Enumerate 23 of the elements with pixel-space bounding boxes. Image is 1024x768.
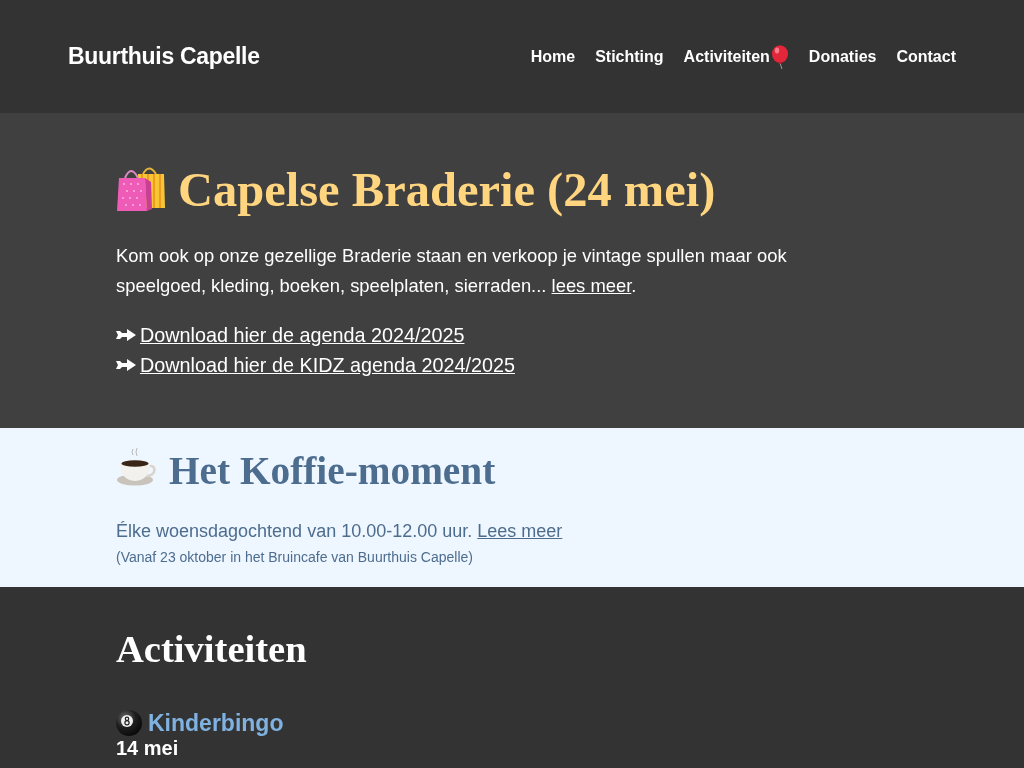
nav-link[interactable]: Contact <box>896 44 956 69</box>
download-link[interactable]: Download hier de agenda 2024/2025 <box>140 320 465 351</box>
site-brand-link[interactable]: Buurthuis Capelle <box>68 39 260 74</box>
location-note: (Vanaf 23 oktober in het Bruincafe van Buurthuis Capelle) <box>116 548 474 568</box>
hero-heading: Capelse Braderie (24 mei) <box>178 163 716 216</box>
nav-link[interactable]: Stichting <box>595 44 664 69</box>
read-more-link[interactable]: Lees meer <box>477 521 563 542</box>
billiard-ball-icon <box>116 710 142 737</box>
arrow-icon <box>116 328 136 343</box>
nav-link[interactable]: Donaties <box>808 44 877 69</box>
download-link[interactable]: Download hier de KIDZ agenda 2024/2025 <box>140 350 515 381</box>
nav-link[interactable]: Activiteiten <box>683 44 789 69</box>
activity-date: 14 mei <box>116 737 180 760</box>
nav-link[interactable]: Home <box>530 44 576 69</box>
activity-title-link[interactable]: Kinderbingo <box>148 709 284 738</box>
balloon-icon <box>770 44 789 69</box>
arrow-icon <box>116 358 136 373</box>
coffee-heading: Het Koffie-moment <box>169 449 496 494</box>
intro-paragraph: Kom ook op onze gezellige Braderie staan en verkoop je vintage spullen maar ook speelgoed, kleding, boeken, speelplaten, sierraden... lees meer. <box>116 244 788 299</box>
schedule-text: Élke woensdagochtend van 10.00-12.00 uur. Lees meer <box>116 520 564 544</box>
read-more-link[interactable]: lees meer <box>551 275 632 297</box>
coffee-cup-icon <box>116 447 158 488</box>
section-heading: Activiteiten <box>116 628 307 671</box>
